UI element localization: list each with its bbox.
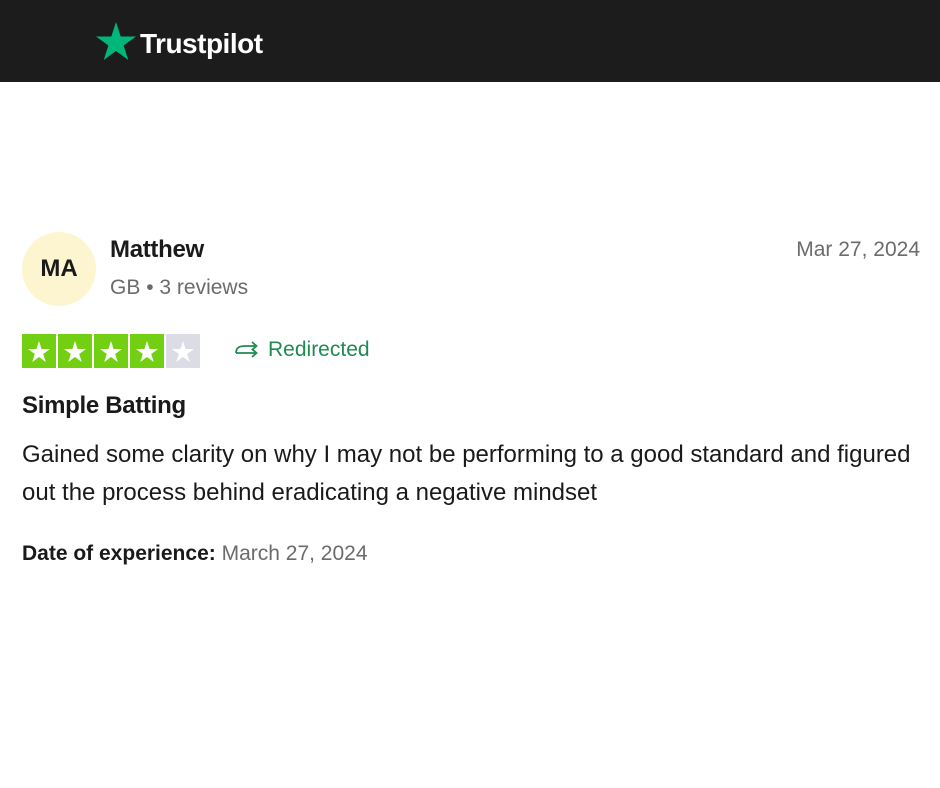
brand-name: Trustpilot [140, 28, 263, 59]
avatar[interactable]: MA [22, 232, 96, 306]
star-rating [22, 334, 200, 368]
star-icon [136, 340, 158, 362]
star-empty [166, 334, 200, 368]
meta-separator: • [146, 276, 154, 299]
star-filled [58, 334, 92, 368]
reviewer-meta: GB • 3 reviews [110, 276, 248, 300]
star-filled [22, 334, 56, 368]
star-icon [172, 340, 194, 362]
redirect-arrow-icon [235, 341, 258, 358]
star-filled [130, 334, 164, 368]
star-icon [64, 340, 86, 362]
experience-label: Date of experience: [22, 542, 216, 565]
trustpilot-logo[interactable]: Trustpilot [96, 22, 263, 60]
star-icon [28, 340, 50, 362]
date-of-experience: Date of experience: March 27, 2024 [22, 542, 368, 566]
reviewer-review-count: 3 reviews [159, 276, 249, 299]
experience-date: March 27, 2024 [221, 542, 368, 565]
star-filled [94, 334, 128, 368]
top-bar: Trustpilot [0, 0, 940, 82]
review-title[interactable]: Simple Batting [22, 392, 186, 420]
redirected-badge[interactable]: Redirected [234, 338, 370, 362]
star-icon [96, 22, 136, 60]
review-date: Mar 27, 2024 [796, 238, 920, 261]
reviewer-country: GB [110, 276, 141, 299]
review-body: Gained some clarity on why I may not be … [22, 441, 911, 506]
reviewer-name[interactable]: Matthew [110, 236, 204, 264]
redirected-label: Redirected [268, 338, 370, 361]
star-icon [100, 340, 122, 362]
